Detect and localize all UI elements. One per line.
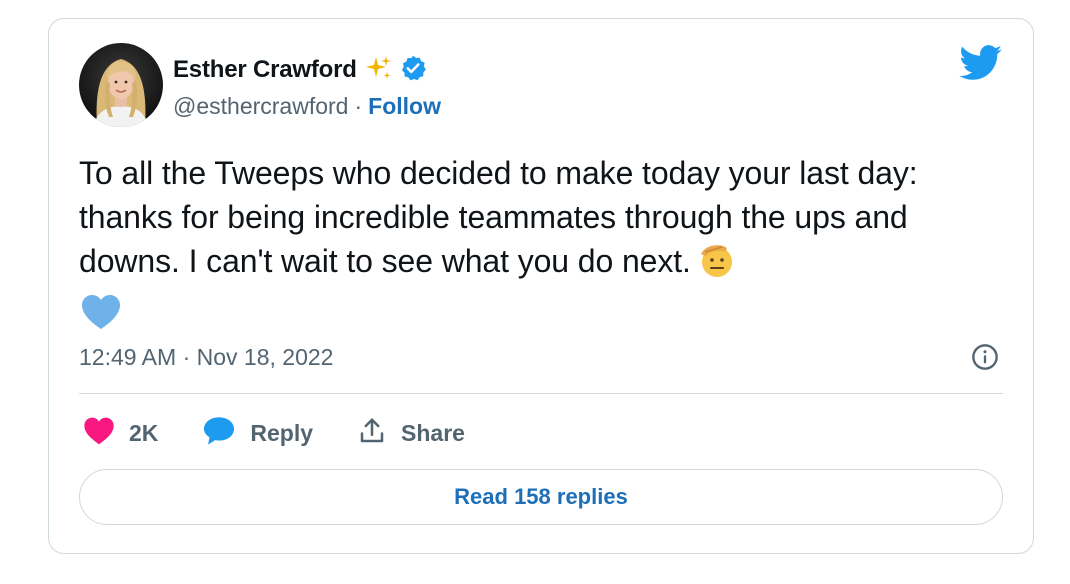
tweet-text-block: To all the Tweeps who decided to make to… <box>79 151 1009 335</box>
follow-button[interactable]: Follow <box>368 93 441 120</box>
tweet-embed-card: Esther Crawford @esthercrawford · Follow… <box>48 18 1034 554</box>
blue-heart-emoji-icon <box>79 291 1009 335</box>
tweet-text: To all the Tweeps who decided to make to… <box>79 155 918 279</box>
heart-icon <box>83 416 115 451</box>
author-name-row: Esther Crawford <box>173 55 427 85</box>
saluting-face-emoji-icon <box>697 240 737 291</box>
tweet-timestamp[interactable]: 12:49 AM · Nov 18, 2022 <box>79 344 333 371</box>
author-name[interactable]: Esther Crawford <box>173 56 357 84</box>
share-label: Share <box>401 419 465 446</box>
reply-bubble-icon <box>202 416 236 451</box>
info-icon[interactable] <box>971 343 999 376</box>
author-handle-row: @esthercrawford · Follow <box>173 91 441 121</box>
tweet-actions-bar: 2K Reply Share <box>83 415 509 451</box>
read-replies-button[interactable]: Read 158 replies <box>79 469 1003 525</box>
reply-button[interactable]: Reply <box>202 416 313 451</box>
sparkles-icon <box>365 54 393 87</box>
share-upload-icon <box>357 416 387 451</box>
verified-badge-icon <box>399 54 427 87</box>
separator: · <box>354 92 363 119</box>
avatar[interactable] <box>79 43 163 127</box>
author-handle[interactable]: @esthercrawford <box>173 93 348 120</box>
twitter-bird-icon[interactable] <box>959 45 1003 86</box>
divider <box>79 393 1003 394</box>
like-button[interactable]: 2K <box>83 416 158 451</box>
reply-label: Reply <box>250 419 314 446</box>
likes-count: 2K <box>129 419 159 446</box>
share-button[interactable]: Share <box>357 416 465 451</box>
